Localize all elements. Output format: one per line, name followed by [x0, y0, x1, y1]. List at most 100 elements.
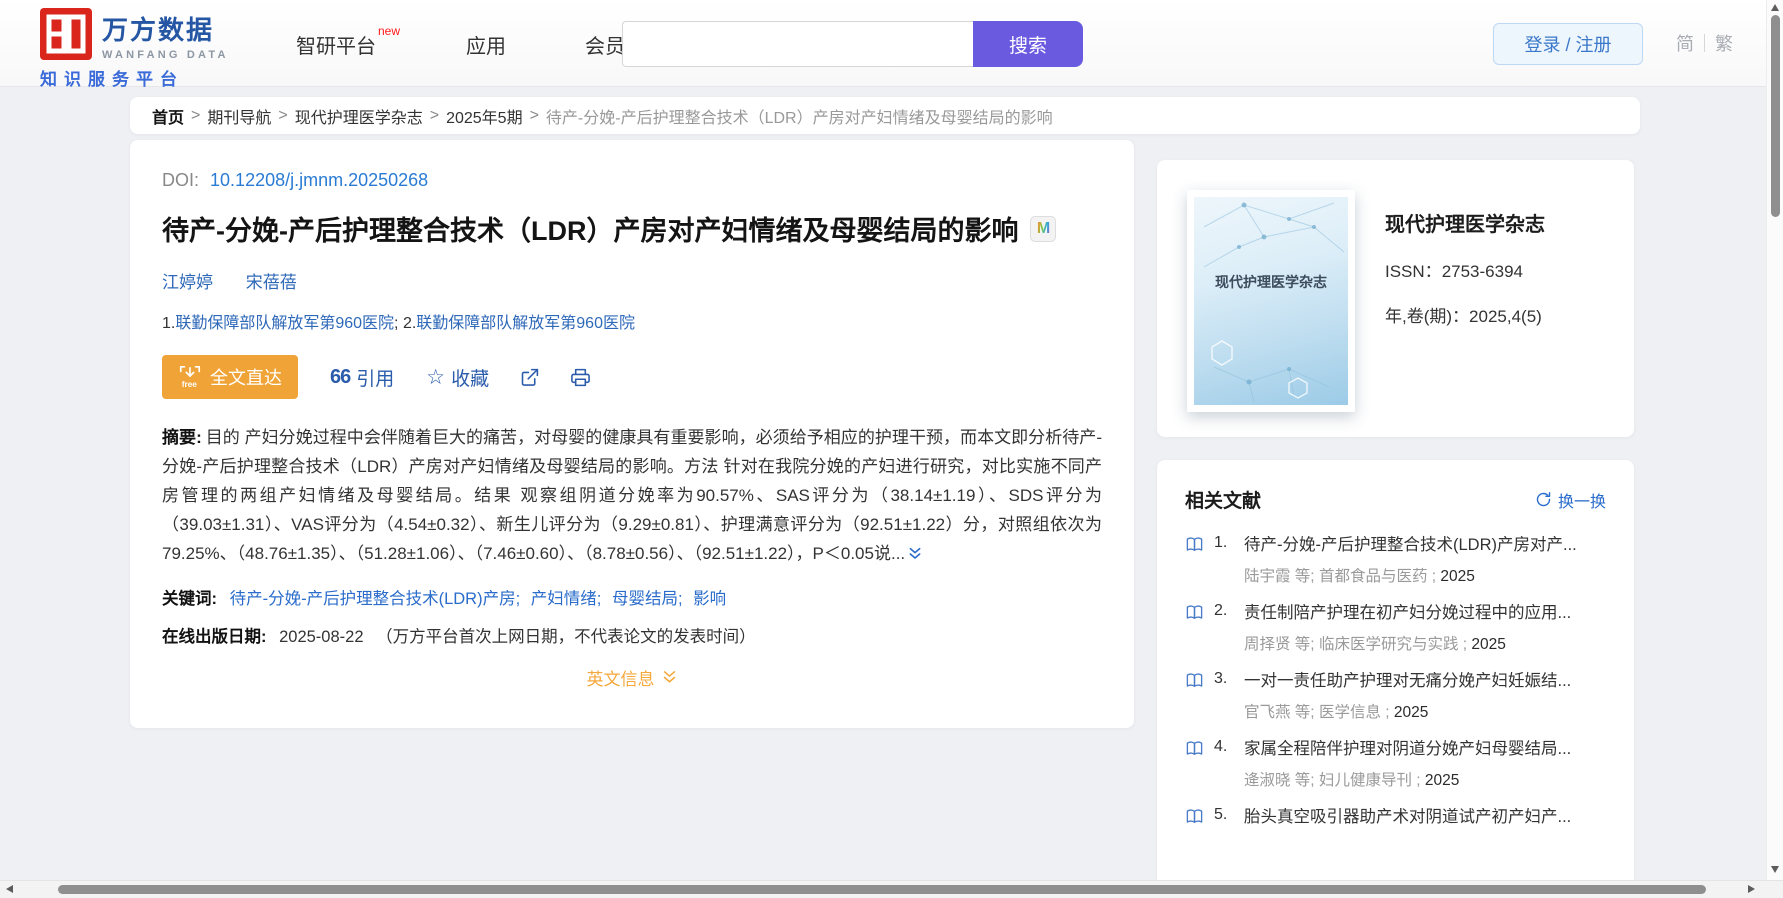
star-icon: ☆	[426, 365, 446, 389]
journal-cover[interactable]: 现代护理医学杂志	[1187, 190, 1355, 412]
lang-divider	[1704, 34, 1705, 52]
journal-cover-title: 现代护理医学杂志	[1215, 273, 1327, 290]
share-icon[interactable]	[519, 367, 540, 388]
wanfang-logo-icon	[40, 8, 92, 60]
keyword-link[interactable]: 待产-分娩-产后护理整合技术(LDR)产房;	[230, 590, 521, 608]
scroll-left-arrow[interactable]	[6, 885, 13, 893]
related-item-title[interactable]: 待产-分娩-产后护理整合技术(LDR)产房对产...	[1244, 533, 1606, 557]
nav-item-apps[interactable]: 应用	[466, 30, 506, 59]
breadcrumb-separator: >	[429, 106, 440, 124]
online-date-label: 在线出版日期:	[162, 628, 267, 646]
new-badge: new	[378, 24, 401, 39]
breadcrumb-separator: >	[191, 106, 201, 124]
journal-name[interactable]: 现代护理医学杂志	[1385, 208, 1604, 237]
related-item-meta: 官飞燕 等; 医学信息 ; 2025	[1244, 704, 1429, 721]
related-article-item: 2. 责任制陪产护理在初产妇分娩过程中的应用... 周择贤 等; 临床医学研究与…	[1185, 601, 1606, 656]
fulltext-button[interactable]: free 全文直达	[162, 355, 298, 399]
related-list: 1. 待产-分娩-产后护理整合技术(LDR)产房对产... 陆宇霞 等; 首都食…	[1185, 533, 1606, 831]
related-articles-card: 相关文献 换一换 1. 待产-分娩-产后护理整合技术(LDR)产房对产... 陆…	[1157, 460, 1634, 898]
horizontal-scrollbar[interactable]	[0, 880, 1783, 898]
nav-item-zhiyan[interactable]: 智研平台new	[296, 24, 400, 59]
brand-name-en: WANFANG DATA	[102, 49, 229, 61]
login-register-button[interactable]: 登录 / 注册	[1493, 23, 1643, 65]
book-icon	[1185, 807, 1204, 831]
m-badge-icon[interactable]: M	[1030, 215, 1057, 242]
related-item-number: 4.	[1214, 738, 1228, 755]
action-toolbar: free 全文直达 66 引用 ☆ 收藏	[162, 355, 1102, 399]
lang-simplified[interactable]: 简	[1676, 30, 1694, 56]
brand-tagline: 知识服务平台	[40, 70, 184, 89]
chevron-double-down-icon	[661, 669, 678, 686]
refresh-icon	[1535, 491, 1552, 508]
breadcrumb-current: 待产-分娩-产后护理整合技术（LDR）产房对产妇情绪及母婴结局的影响	[545, 109, 1053, 127]
nav-item-member[interactable]: 会员	[585, 30, 625, 59]
expand-abstract-icon[interactable]	[907, 542, 923, 571]
related-item-title[interactable]: 胎头真空吸引器助产术对阴道试产初产妇产...	[1244, 805, 1606, 829]
book-icon	[1185, 535, 1204, 559]
breadcrumb-journal[interactable]: 现代护理医学杂志	[295, 104, 423, 128]
affiliation-separator: ;	[394, 315, 403, 332]
vertical-scrollbar-thumb[interactable]	[1771, 15, 1780, 217]
svg-text:free: free	[182, 379, 198, 389]
print-icon[interactable]	[570, 367, 591, 388]
author-link[interactable]: 宋蓓蓓	[246, 273, 297, 292]
author-link[interactable]: 江婷婷	[162, 273, 213, 292]
cover-network-decoration	[1203, 202, 1345, 403]
online-date-note: （万方平台首次上网日期，不代表论文的发表时间）	[376, 628, 756, 646]
affiliation-link[interactable]: 联勤保障部队解放军第960医院	[416, 315, 635, 332]
breadcrumb-separator: >	[278, 106, 288, 124]
favorite-button[interactable]: ☆ 收藏	[426, 364, 489, 391]
article-detail-card: DOI: 10.12208/j.jmnm.20250268 待产-分娩-产后护理…	[130, 140, 1134, 728]
search-button[interactable]: 搜索	[973, 21, 1083, 67]
keywords-row: 关键词: 待产-分娩-产后护理整合技术(LDR)产房; 产妇情绪; 母婴结局; …	[162, 585, 1102, 609]
breadcrumb-journal-nav[interactable]: 期刊导航	[207, 104, 271, 128]
related-article-item: 5. 胎头真空吸引器助产术对阴道试产初产妇产...	[1185, 805, 1606, 831]
affiliation-link[interactable]: 联勤保障部队解放军第960医院	[175, 315, 394, 332]
english-info-row: 英文信息	[162, 665, 1102, 690]
related-item-number: 5.	[1214, 806, 1228, 823]
cite-button[interactable]: 66 引用	[330, 364, 394, 391]
doi-row: DOI: 10.12208/j.jmnm.20250268	[162, 170, 1102, 191]
scroll-up-arrow[interactable]	[1771, 4, 1779, 11]
related-item-title[interactable]: 责任制陪产护理在初产妇分娩过程中的应用...	[1244, 601, 1606, 625]
horizontal-scrollbar-thumb[interactable]	[58, 885, 1706, 894]
journal-volume: 年,卷(期)：2025,4(5)	[1385, 307, 1542, 326]
keywords-label: 关键词:	[162, 590, 217, 608]
related-item-title[interactable]: 家属全程陪伴护理对阴道分娩产妇母婴结局...	[1244, 737, 1606, 761]
download-free-icon: free	[178, 365, 202, 389]
breadcrumb: 首页 > 期刊导航 > 现代护理医学杂志 > 2025年5期 > 待产-分娩-产…	[130, 97, 1640, 134]
book-icon	[1185, 671, 1204, 695]
english-info-toggle[interactable]: 英文信息	[587, 665, 678, 690]
keyword-link[interactable]: 产妇情绪;	[531, 590, 602, 608]
scroll-down-arrow[interactable]	[1771, 866, 1779, 873]
breadcrumb-home[interactable]: 首页	[152, 104, 184, 128]
keyword-link[interactable]: 影响	[693, 590, 726, 608]
related-article-item: 4. 家属全程陪伴护理对阴道分娩产妇母婴结局... 逄淑晓 等; 妇儿健康导刊 …	[1185, 737, 1606, 792]
logo[interactable]: 万方数据 WANFANG DATA 知识服务平台	[40, 8, 229, 90]
article-title: 待产-分娩-产后护理整合技术（LDR）产房对产妇情绪及母婴结局的影响 M	[162, 209, 1102, 248]
affiliation-list: 1.联勤保障部队解放军第960医院; 2.联勤保障部队解放军第960医院	[162, 309, 1102, 333]
lang-traditional[interactable]: 繁	[1715, 30, 1733, 56]
scroll-right-arrow[interactable]	[1748, 885, 1755, 893]
search-input[interactable]	[622, 21, 973, 67]
abstract-text: 目的 产妇分娩过程中会伴随着巨大的痛苦，对母婴的健康具有重要影响，必须给予相应的…	[162, 428, 1102, 563]
brand-name: 万方数据	[102, 15, 215, 45]
page: 万方数据 WANFANG DATA 知识服务平台 智研平台new 应用 会员 搜…	[0, 0, 1783, 898]
affiliation-number: 2.	[402, 315, 417, 332]
quote-icon: 66	[330, 365, 351, 388]
vertical-scrollbar[interactable]	[1766, 0, 1783, 880]
doi-label: DOI:	[162, 170, 200, 190]
related-item-number: 2.	[1214, 602, 1228, 619]
related-item-title[interactable]: 一对一责任助产护理对无痛分娩产妇妊娠结...	[1244, 669, 1606, 693]
journal-info-card: 现代护理医学杂志 现代护理医学杂志 ISSN：2753-6394 年,卷(期)：…	[1157, 160, 1634, 437]
abstract: 摘要: 目的 产妇分娩过程中会伴随着巨大的痛苦，对母婴的健康具有重要影响，必须给予…	[162, 423, 1102, 571]
doi-link[interactable]: 10.12208/j.jmnm.20250268	[210, 170, 428, 190]
refresh-related-button[interactable]: 换一换	[1535, 488, 1606, 512]
keyword-link[interactable]: 母婴结局;	[612, 590, 683, 608]
related-article-item: 1. 待产-分娩-产后护理整合技术(LDR)产房对产... 陆宇霞 等; 首都食…	[1185, 533, 1606, 588]
breadcrumb-issue[interactable]: 2025年5期	[446, 104, 523, 128]
related-item-number: 1.	[1214, 534, 1228, 551]
site-header: 万方数据 WANFANG DATA 知识服务平台 智研平台new 应用 会员 搜…	[0, 0, 1783, 90]
related-article-item: 3. 一对一责任助产护理对无痛分娩产妇妊娠结... 官飞燕 等; 医学信息 ; …	[1185, 669, 1606, 724]
online-date-value: 2025-08-22	[279, 628, 364, 646]
